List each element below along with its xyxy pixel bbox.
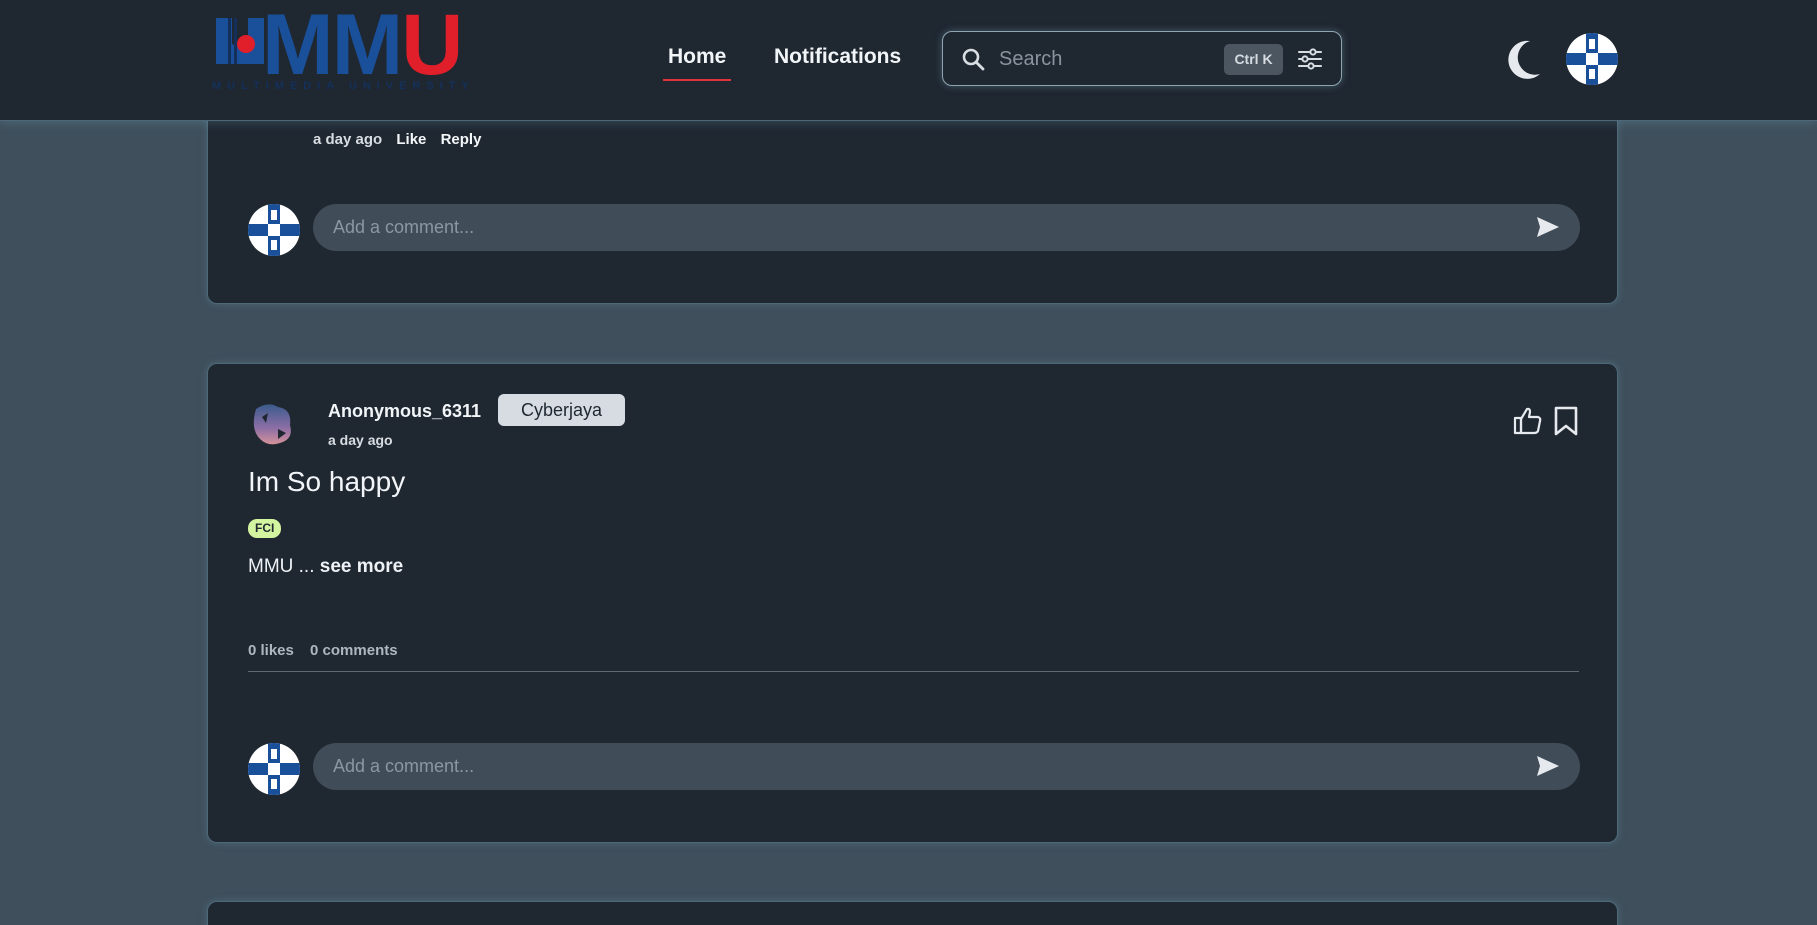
reply-time: a day ago: [313, 131, 383, 148]
author-name[interactable]: Anonymous_6311: [328, 401, 481, 422]
logo-subtitle: MULTIMEDIA UNIVERSITY: [212, 80, 475, 92]
search-input[interactable]: [999, 44, 1219, 74]
comment-input[interactable]: [333, 212, 1533, 242]
divider: [248, 671, 1579, 672]
dark-mode-moon-icon[interactable]: [1504, 38, 1542, 80]
thumbs-up-icon[interactable]: [1513, 406, 1543, 436]
faculty-tag: FCI: [248, 519, 282, 538]
post-excerpt: MMU ... see more: [248, 556, 403, 578]
filter-sliders-icon[interactable]: [1296, 45, 1324, 73]
post-time: a day ago: [328, 432, 393, 448]
commenter-avatar: [248, 204, 300, 256]
post-card-next: [207, 901, 1618, 925]
comments-count[interactable]: 0 comments: [310, 642, 398, 659]
send-icon[interactable]: [1536, 216, 1560, 238]
commenter-avatar: [248, 743, 300, 795]
logo-wordmark: MMU: [262, 2, 463, 88]
see-more-link[interactable]: see more: [320, 556, 403, 577]
post-excerpt-text: MMU ...: [248, 556, 315, 577]
likes-count: 0 likes: [248, 642, 294, 659]
reply-reply-link[interactable]: Reply: [441, 131, 482, 148]
user-avatar[interactable]: [1566, 33, 1618, 85]
reply-meta: a day ago Like Reply: [313, 131, 491, 148]
send-icon[interactable]: [1536, 755, 1560, 777]
logo-mark-icon: [216, 18, 264, 64]
author-avatar-image: [248, 399, 298, 449]
post-card: Anonymous_6311 Cyberjaya a day ago Im So…: [207, 363, 1618, 843]
comment-input[interactable]: [333, 751, 1533, 781]
nav-notifications[interactable]: Notifications: [774, 45, 901, 69]
author-avatar[interactable]: [248, 399, 298, 449]
post-title[interactable]: Im So happy: [248, 466, 405, 498]
campus-badge: Cyberjaya: [498, 394, 625, 426]
active-tab-underline: [663, 79, 732, 81]
nav-home[interactable]: Home: [663, 45, 732, 81]
nav-home-label: Home: [668, 45, 727, 68]
reply-like-link[interactable]: Like: [396, 131, 426, 148]
top-navbar: MMU MULTIMEDIA UNIVERSITY Home Notificat…: [0, 0, 1817, 121]
comment-field-previous[interactable]: [313, 204, 1580, 251]
bookmark-icon[interactable]: [1553, 406, 1579, 436]
nav-notifications-label: Notifications: [774, 45, 902, 68]
comment-field[interactable]: [313, 743, 1580, 790]
search-bar[interactable]: Ctrl K: [942, 31, 1342, 86]
post-stats: 0 likes 0 comments: [248, 642, 410, 659]
search-icon: [962, 48, 985, 71]
search-shortcut-badge: Ctrl K: [1224, 44, 1283, 75]
